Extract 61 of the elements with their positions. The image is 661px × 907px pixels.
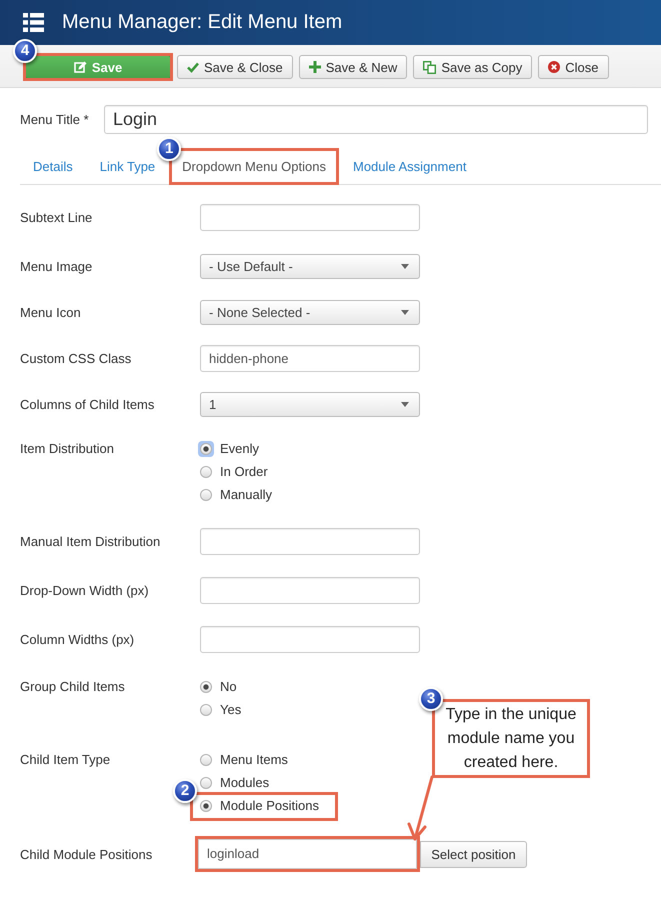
edit-icon (74, 61, 87, 73)
field-label: Custom CSS Class (20, 350, 132, 368)
caret-icon (401, 264, 409, 269)
radio-label: No (220, 679, 237, 694)
radio-label: Yes (220, 702, 242, 717)
field-label: Child Item Type (20, 751, 112, 769)
tab[interactable]: Link Type (100, 157, 156, 177)
page-title: Menu Manager: Edit Menu Item (62, 11, 342, 34)
field-label: Menu Icon (20, 304, 82, 322)
select-field[interactable]: 1 (200, 392, 420, 417)
number-badge: 1 (157, 137, 182, 161)
number-badge: 3 (419, 687, 443, 711)
radio-label: Manually (220, 487, 272, 502)
save-close-button[interactable]: Save & Close (177, 55, 293, 79)
text-field[interactable] (200, 626, 420, 653)
field-label: Subtext Line (20, 209, 94, 227)
radio-button[interactable] (200, 800, 212, 812)
caret-icon (401, 310, 409, 315)
text-field[interactable]: hidden-phone (200, 345, 420, 372)
field-label: Menu Title * (20, 112, 90, 127)
field-label: Drop-Down Width (px) (20, 582, 150, 600)
radio-label: Modules (220, 775, 270, 790)
check-icon (187, 62, 199, 72)
save-new-button[interactable]: Save & New (298, 55, 408, 79)
field-label: Manual Item Distribution (20, 533, 162, 551)
tab[interactable]: Details (33, 157, 73, 177)
plus-icon (308, 61, 321, 73)
tab[interactable]: Dropdown Menu Options (182, 157, 326, 177)
select-field[interactable]: - Use Default - (200, 254, 420, 279)
radio-button[interactable] (200, 680, 212, 692)
radio-button[interactable] (200, 754, 212, 766)
text-field[interactable] (200, 204, 420, 231)
text-field[interactable] (200, 528, 420, 555)
list-icon[interactable] (23, 13, 44, 32)
caret-icon (401, 402, 409, 407)
field-label: Column Widths (px) (20, 631, 136, 649)
arrow (408, 776, 434, 840)
radio-button[interactable] (200, 776, 212, 788)
copy-icon (423, 60, 436, 74)
tab[interactable]: Module Assignment (352, 157, 466, 177)
title-field[interactable]: Login (104, 105, 648, 134)
field-label: Menu Image (20, 258, 94, 276)
field-label: Columns of Child Items (20, 396, 156, 414)
save-copy-button[interactable]: Save as Copy (413, 55, 532, 79)
field-label: Child Module Positions (20, 846, 154, 864)
radio-button[interactable] (200, 704, 212, 716)
radio-label: Menu Items (220, 752, 288, 767)
radio-label: Module Positions (220, 798, 319, 813)
close-button[interactable]: Close (538, 55, 608, 79)
radio-button[interactable] (200, 488, 212, 500)
radio-button[interactable] (200, 466, 212, 478)
field-label: Item Distribution (20, 440, 115, 458)
number-badge: 2 (173, 779, 197, 803)
select-button[interactable]: Select position (420, 840, 527, 868)
select-field[interactable]: - None Selected - (200, 300, 420, 325)
text-field[interactable] (200, 577, 420, 604)
radio-label: Evenly (220, 441, 260, 456)
radio-label: In Order (220, 464, 268, 479)
text-field[interactable]: loginload (198, 839, 417, 869)
field-label: Group Child Items (20, 678, 126, 696)
close-icon (548, 61, 560, 73)
